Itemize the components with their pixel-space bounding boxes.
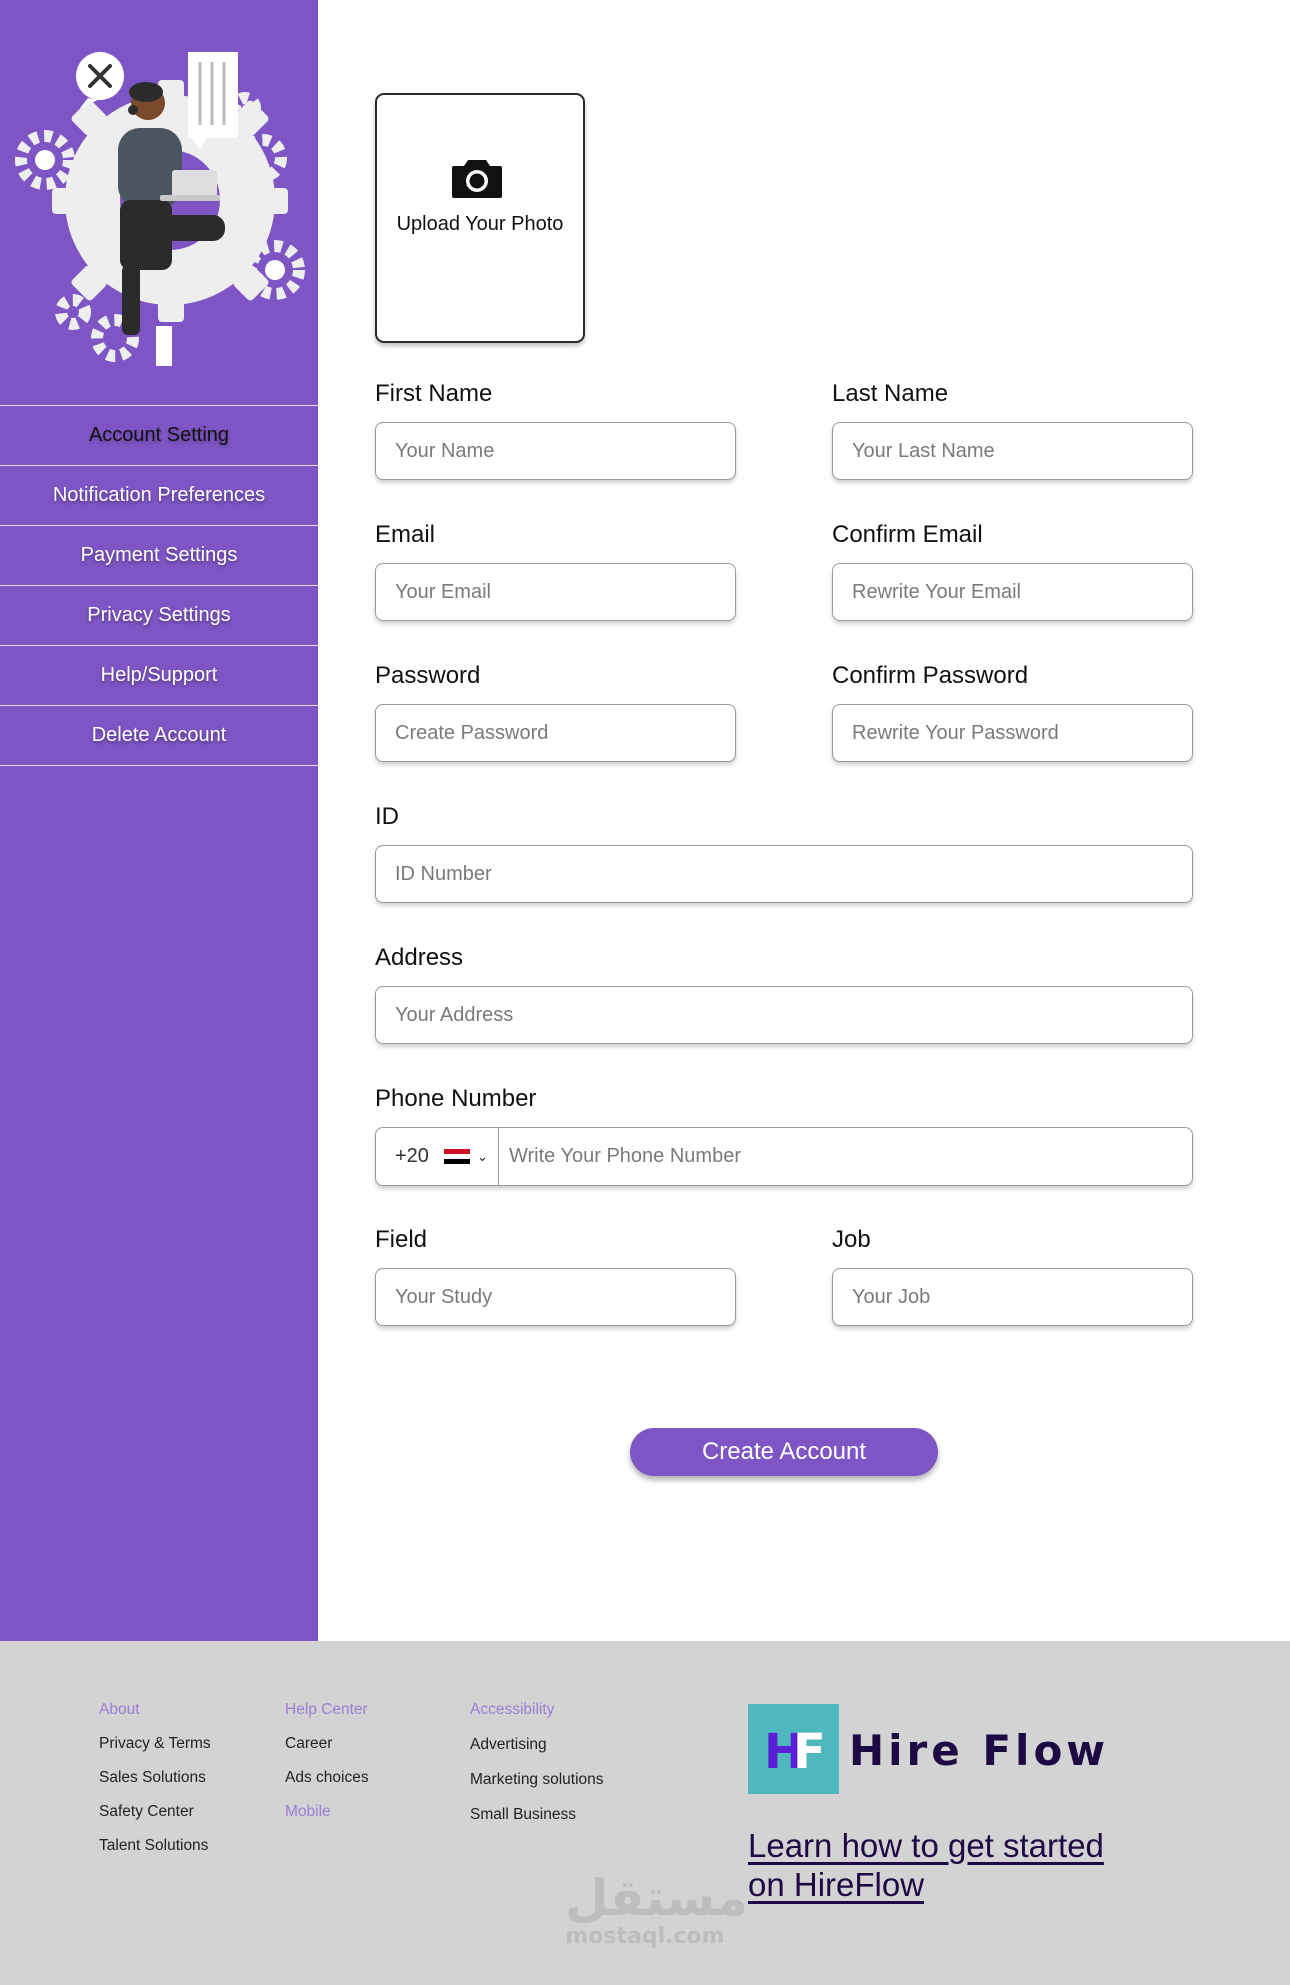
sidebar-item-delete-account[interactable]: Delete Account bbox=[0, 705, 318, 766]
country-code-value: +20 bbox=[395, 1145, 429, 1167]
footer-link-small-business[interactable]: Small Business bbox=[470, 1806, 576, 1824]
address-label: Address bbox=[375, 944, 464, 971]
last-name-label: Last Name bbox=[832, 380, 949, 407]
mostaql-watermark: مستقل mostaql.com bbox=[565, 1869, 748, 1949]
settings-illustration bbox=[15, 52, 305, 366]
job-label: Job bbox=[832, 1226, 871, 1253]
job-input[interactable] bbox=[832, 1268, 1193, 1326]
create-account-button[interactable]: Create Account bbox=[630, 1428, 938, 1476]
sidebar-item-label: Help/Support bbox=[100, 664, 218, 686]
id-number-input[interactable] bbox=[375, 845, 1193, 903]
footer-link-sales-solutions[interactable]: Sales Solutions bbox=[99, 1769, 206, 1787]
address-input[interactable] bbox=[375, 986, 1193, 1044]
field-of-study-input[interactable] bbox=[375, 1268, 736, 1326]
confirm-email-input[interactable] bbox=[832, 563, 1193, 621]
footer-link-mobile[interactable]: Mobile bbox=[285, 1803, 331, 1821]
footer-link-marketing-solutions[interactable]: Marketing solutions bbox=[470, 1771, 604, 1789]
egypt-flag-icon bbox=[443, 1148, 470, 1165]
confirm-email-label: Confirm Email bbox=[832, 521, 983, 548]
first-name-input[interactable] bbox=[375, 422, 736, 480]
email-input[interactable] bbox=[375, 563, 736, 621]
password-input[interactable] bbox=[375, 704, 736, 762]
sidebar-item-label: Payment Settings bbox=[80, 544, 238, 566]
footer-link-ads-choices[interactable]: Ads choices bbox=[285, 1769, 369, 1787]
hireflow-logo: H F bbox=[748, 1704, 839, 1794]
upload-photo-button[interactable]: Upload Your Photo bbox=[375, 93, 585, 343]
last-name-input[interactable] bbox=[832, 422, 1193, 480]
sidebar-item-privacy-settings[interactable]: Privacy Settings bbox=[0, 585, 318, 645]
country-code-select[interactable]: +20 ⌄ bbox=[376, 1128, 499, 1185]
footer-link-help-center[interactable]: Help Center bbox=[285, 1701, 368, 1719]
phone-number-input[interactable] bbox=[499, 1128, 1192, 1185]
sidebar: Account Setting Notification Preferences… bbox=[0, 0, 318, 1641]
upload-photo-label: Upload Your Photo bbox=[396, 213, 564, 235]
sidebar-item-payment-settings[interactable]: Payment Settings bbox=[0, 525, 318, 585]
sidebar-item-label: Notification Preferences bbox=[52, 484, 266, 506]
id-label: ID bbox=[375, 803, 399, 830]
first-name-label: First Name bbox=[375, 380, 493, 407]
camera-icon bbox=[452, 160, 502, 198]
watermark-english-text: mostaql.com bbox=[565, 1924, 725, 1949]
phone-number-label: Phone Number bbox=[375, 1085, 537, 1112]
sidebar-item-label: Delete Account bbox=[91, 724, 227, 746]
get-started-link[interactable]: Learn how to get started on HireFlow bbox=[748, 1826, 1148, 1904]
email-label: Email bbox=[375, 521, 436, 548]
sidebar-item-notification-preferences[interactable]: Notification Preferences bbox=[0, 465, 318, 525]
footer-link-privacy-terms[interactable]: Privacy & Terms bbox=[99, 1735, 211, 1753]
footer-link-talent-solutions[interactable]: Talent Solutions bbox=[99, 1837, 208, 1855]
sidebar-item-label: Privacy Settings bbox=[87, 604, 231, 626]
phone-number-field: +20 ⌄ bbox=[375, 1127, 1193, 1186]
logo-letter-f: F bbox=[793, 1724, 826, 1780]
watermark-arabic-text: مستقل bbox=[565, 1869, 748, 1927]
footer-link-accessibility[interactable]: Accessibility bbox=[470, 1701, 554, 1719]
footer: About Privacy & Terms Sales Solutions Sa… bbox=[0, 1641, 1290, 1985]
footer-link-advertising[interactable]: Advertising bbox=[470, 1736, 547, 1754]
sidebar-item-help-support[interactable]: Help/Support bbox=[0, 645, 318, 705]
field-label: Field bbox=[375, 1226, 428, 1253]
footer-link-safety-center[interactable]: Safety Center bbox=[99, 1803, 194, 1821]
sidebar-item-label: Account Setting bbox=[88, 424, 230, 446]
sidebar-item-account-setting[interactable]: Account Setting bbox=[0, 405, 318, 465]
footer-link-career[interactable]: Career bbox=[285, 1735, 332, 1753]
confirm-password-label: Confirm Password bbox=[832, 662, 1029, 689]
brand-name: Hire Flow bbox=[849, 1726, 1110, 1775]
sidebar-nav: Account Setting Notification Preferences… bbox=[0, 405, 318, 766]
footer-link-about[interactable]: About bbox=[99, 1701, 140, 1719]
password-label: Password bbox=[375, 662, 481, 689]
chevron-down-icon: ⌄ bbox=[476, 1148, 488, 1164]
confirm-password-input[interactable] bbox=[832, 704, 1193, 762]
